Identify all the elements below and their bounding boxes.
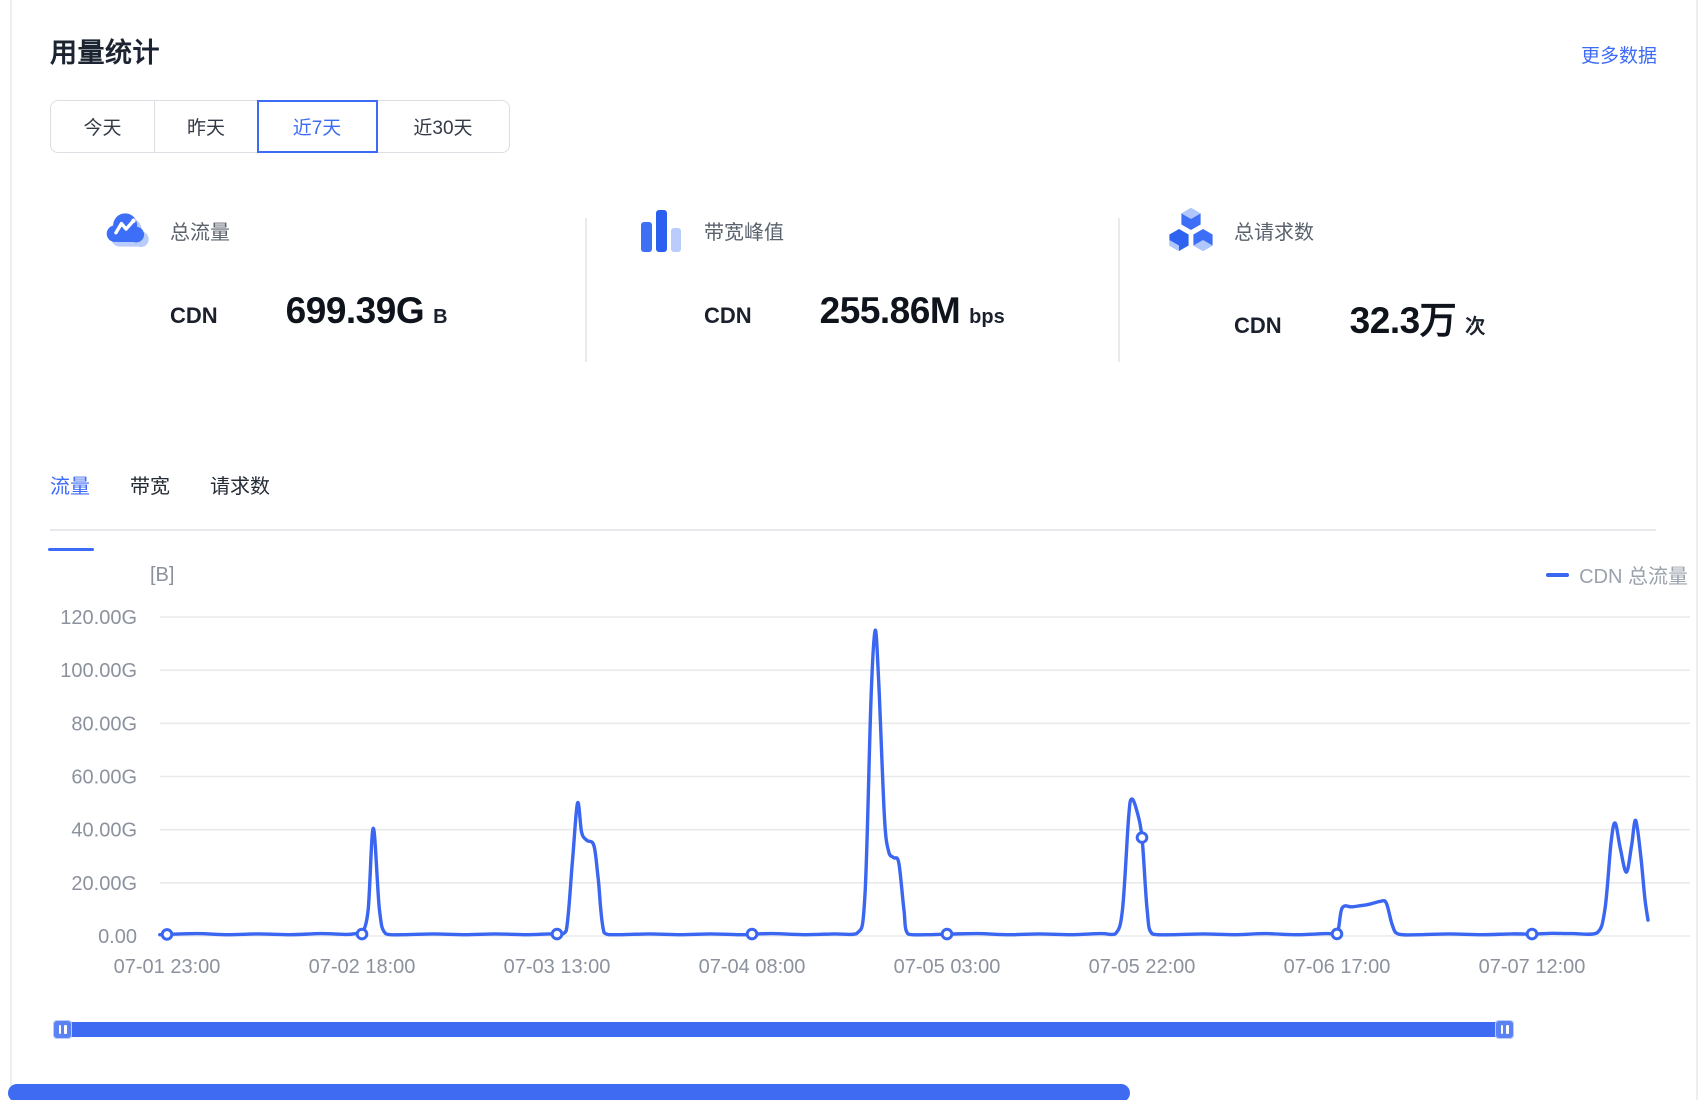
cloud-traffic-icon xyxy=(103,206,151,254)
product-name: CDN xyxy=(170,303,218,329)
stat-label: 总流量 xyxy=(170,216,230,245)
range-tab-today[interactable]: 今天 xyxy=(50,100,155,153)
product-name: CDN xyxy=(704,303,752,329)
product-name: CDN xyxy=(1234,313,1282,339)
data-point-marker[interactable] xyxy=(1137,833,1147,843)
data-point-marker[interactable] xyxy=(1332,929,1342,939)
stat-unit: B xyxy=(433,306,447,329)
stat-value: 32.3万 xyxy=(1350,290,1457,344)
svg-text:07-02 18:00: 07-02 18:00 xyxy=(309,956,416,978)
stat-value: 699.39G xyxy=(286,290,424,332)
stat-label: 带宽峰值 xyxy=(704,216,784,245)
stat-card-total-requests: 总请求数 CDN 32.3万 次 xyxy=(1167,185,1485,344)
stat-label: 总请求数 xyxy=(1234,216,1314,245)
data-point-marker[interactable] xyxy=(162,930,172,940)
metric-tabs: 流量 带宽 请求数 xyxy=(50,470,270,505)
datazoom-left-handle[interactable] xyxy=(53,1020,72,1039)
usage-stats-panel: 用量统计 更多数据 今天 昨天 近7天 近30天 xyxy=(0,0,1706,1100)
range-tab-last-30-days[interactable]: 近30天 xyxy=(378,100,510,153)
svg-text:07-04 08:00: 07-04 08:00 xyxy=(699,956,806,978)
range-tab-last-7-days[interactable]: 近7天 xyxy=(257,100,378,153)
svg-text:07-01 23:00: 07-01 23:00 xyxy=(114,956,221,978)
svg-text:07-06 17:00: 07-06 17:00 xyxy=(1284,956,1391,978)
more-data-link[interactable]: 更多数据 xyxy=(1581,41,1657,68)
svg-text:40.00G: 40.00G xyxy=(71,820,137,842)
data-point-marker[interactable] xyxy=(552,929,562,939)
requests-cubes-icon xyxy=(1167,206,1215,254)
svg-text:80.00G: 80.00G xyxy=(71,713,137,735)
series-line-cdn-total-traffic xyxy=(160,630,1648,935)
stat-unit: bps xyxy=(969,306,1005,329)
svg-text:07-05 22:00: 07-05 22:00 xyxy=(1089,956,1196,978)
tab-traffic[interactable]: 流量 xyxy=(50,470,90,505)
datazoom-slider-track[interactable] xyxy=(55,1022,1512,1037)
stats-summary-row: 总流量 CDN 699.39G B 带宽峰值 CDN xyxy=(10,185,1697,365)
svg-text:07-05 03:00: 07-05 03:00 xyxy=(894,956,1001,978)
svg-text:07-03 13:00: 07-03 13:00 xyxy=(504,956,611,978)
stat-card-total-traffic: 总流量 CDN 699.39G B xyxy=(103,185,448,332)
stat-value: 255.86M xyxy=(820,290,961,332)
card-divider xyxy=(585,218,587,362)
svg-text:0.00: 0.00 xyxy=(98,926,137,948)
svg-text:60.00G: 60.00G xyxy=(71,767,137,789)
date-range-tabs: 今天 昨天 近7天 近30天 xyxy=(50,100,510,153)
stat-unit: 次 xyxy=(1465,310,1485,339)
data-point-marker[interactable] xyxy=(942,929,952,939)
tab-requests[interactable]: 请求数 xyxy=(210,470,270,505)
y-axis-labels: 120.00G 100.00G 80.00G 60.00G 40.00G 20.00G 0.… xyxy=(60,607,137,948)
datazoom-right-handle[interactable] xyxy=(1495,1020,1514,1039)
data-point-marker[interactable] xyxy=(1527,929,1537,939)
stat-card-peak-bandwidth: 带宽峰值 CDN 255.86M bps xyxy=(637,185,1005,332)
tab-bandwidth[interactable]: 带宽 xyxy=(130,470,170,505)
x-axis-labels: 07-01 23:00 07-02 18:00 07-03 13:00 07-04 0… xyxy=(114,956,1586,978)
bandwidth-bars-icon xyxy=(637,206,685,254)
page-title: 用量统计 xyxy=(50,31,160,70)
svg-text:120.00G: 120.00G xyxy=(60,607,137,629)
range-tab-yesterday[interactable]: 昨天 xyxy=(155,100,258,153)
horizontal-scrollbar-thumb[interactable] xyxy=(8,1084,1130,1100)
svg-text:07-07 12:00: 07-07 12:00 xyxy=(1479,956,1586,978)
svg-text:100.00G: 100.00G xyxy=(60,660,137,682)
card-divider xyxy=(1118,218,1120,362)
data-point-marker[interactable] xyxy=(357,929,367,939)
traffic-line-chart[interactable]: 120.00G 100.00G 80.00G 60.00G 40.00G 20.00G 0.… xyxy=(0,540,1706,990)
data-point-marker[interactable] xyxy=(747,929,757,939)
svg-text:20.00G: 20.00G xyxy=(71,873,137,895)
gridlines xyxy=(160,617,1690,936)
tabs-divider xyxy=(50,529,1656,531)
